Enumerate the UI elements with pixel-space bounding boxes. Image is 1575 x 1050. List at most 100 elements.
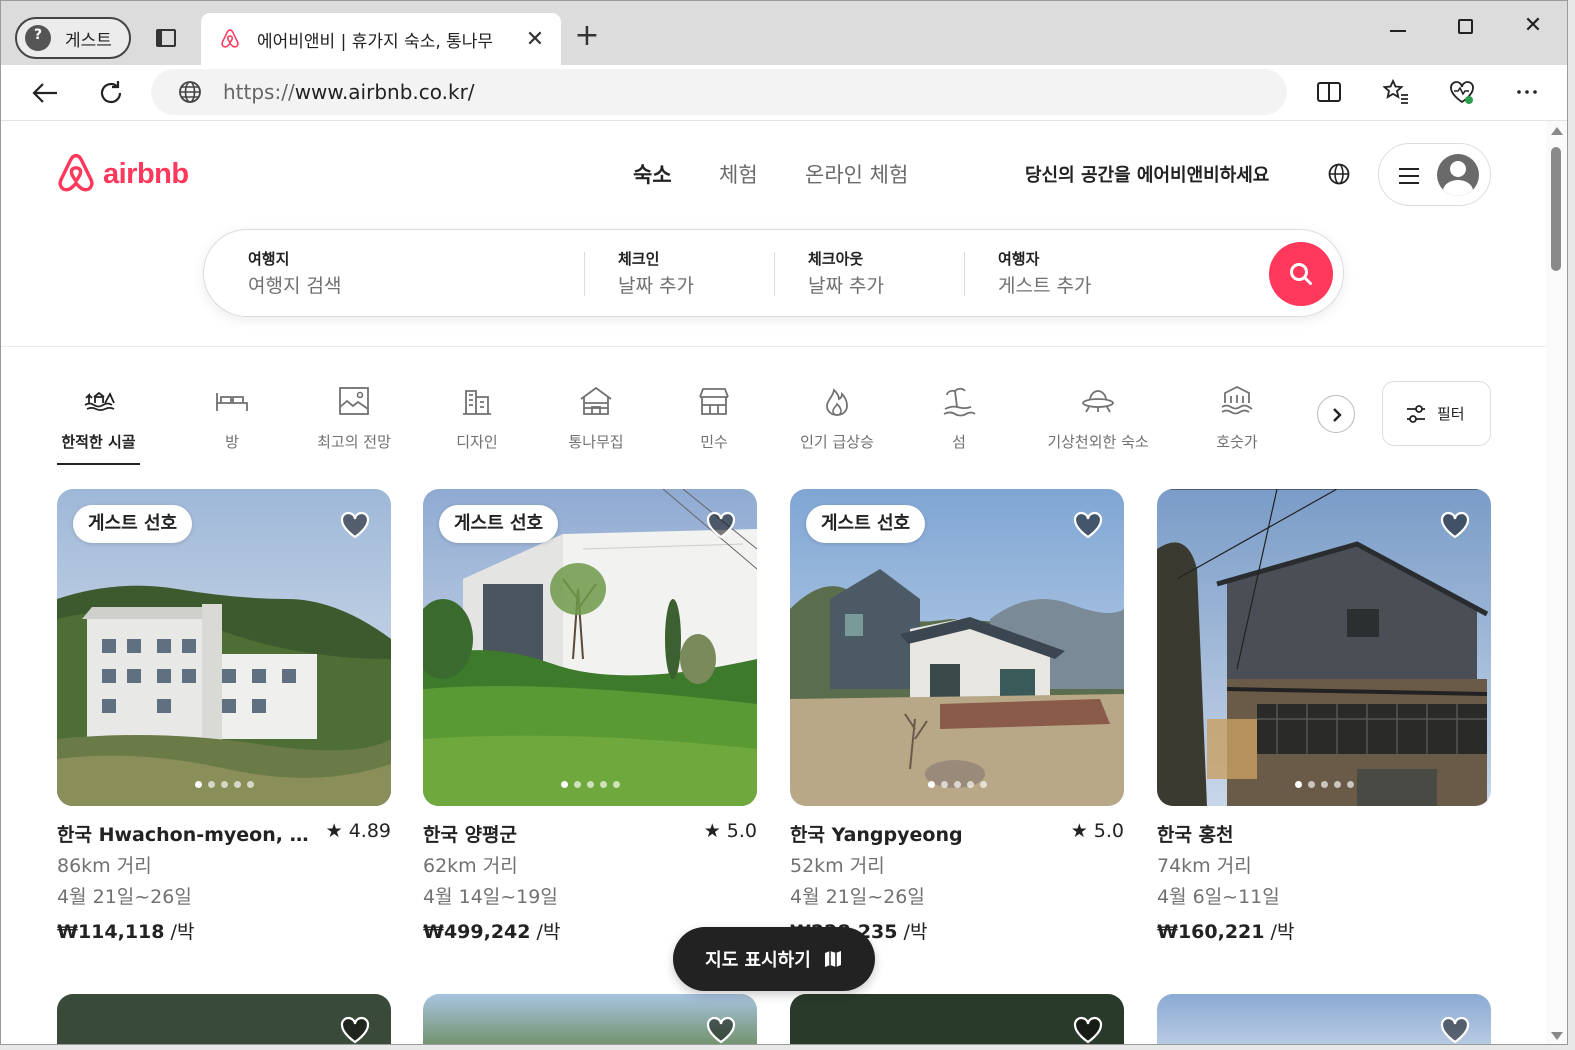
profile-button[interactable]: 게스트 [15, 17, 131, 59]
category-minsu[interactable]: 민수 [691, 383, 737, 452]
minsu-icon [699, 388, 729, 415]
listing-price: ₩160,221 /박 [1157, 921, 1295, 943]
scroll-up-arrow-icon[interactable] [1551, 127, 1563, 135]
wishlist-heart-icon[interactable] [339, 1014, 371, 1045]
listing-card-partial[interactable] [1157, 994, 1491, 1045]
category-islands[interactable]: 섬 [939, 383, 979, 452]
wishlist-heart-icon[interactable] [705, 509, 737, 541]
search-divider [584, 252, 585, 296]
listing-card[interactable]: 한국 홍천 74km 거리 4월 6일~11일 ₩160,221 /박 [1157, 489, 1491, 944]
listing-photo[interactable]: 게스트 선호 [790, 489, 1124, 806]
new-tab-button[interactable]: + [573, 21, 601, 51]
close-window-button[interactable]: ✕ [1513, 13, 1553, 41]
listing-card[interactable]: 게스트 선호 한국 Yangpyeong ★ 5.0 52km 거리 4월 21… [790, 489, 1124, 944]
listing-rating: ★ 5.0 [1070, 820, 1124, 842]
airbnb-logo[interactable]: airbnb [55, 151, 189, 197]
listing-photo[interactable]: 게스트 선호 [423, 489, 757, 806]
wishlist-heart-icon[interactable] [339, 509, 371, 541]
map-icon [824, 951, 841, 967]
lake-icon [1221, 385, 1253, 415]
show-map-label: 지도 표시하기 [705, 950, 811, 971]
category-label: 인기 급상승 [800, 433, 874, 451]
scroll-down-arrow-icon[interactable] [1551, 1032, 1563, 1040]
category-design[interactable]: 디자인 [447, 383, 507, 452]
back-arrow-icon[interactable] [27, 75, 63, 111]
guest-favorite-badge: 게스트 선호 [73, 505, 193, 543]
active-tab[interactable]: 에어비앤비 | 휴가지 숙소, 통나무 ✕ [201, 13, 561, 65]
category-trending[interactable]: 인기 급상승 [794, 383, 880, 452]
airbnb-logo-icon [58, 153, 94, 192]
reload-icon[interactable] [93, 75, 129, 111]
listing-title: 한국 양평군 [423, 824, 518, 846]
listing-price: ₩114,118 /박 [57, 921, 195, 943]
category-label: 최고의 전망 [317, 433, 391, 451]
become-host-link[interactable]: 당신의 공간을 에어비앤비하세요 [1025, 161, 1269, 187]
listing-title: 한국 Yangpyeong [790, 824, 963, 846]
listing-card-partial[interactable] [57, 994, 391, 1045]
nav-online-experiences[interactable]: 온라인 체험 [805, 159, 908, 189]
category-label: 통나무집 [568, 433, 624, 451]
category-countryside[interactable]: 한적한 시골 [57, 383, 140, 452]
split-screen-icon[interactable] [1314, 77, 1344, 107]
listing-card[interactable]: 게스트 선호 한국 양평군 ★ 5.0 62km 거리 4월 14일~19일 ₩… [423, 489, 757, 944]
category-next-button[interactable] [1317, 395, 1355, 433]
search-guests[interactable]: 여행자 게스트 추가 [998, 248, 1091, 298]
user-avatar-icon [1437, 154, 1479, 196]
island-icon [943, 387, 976, 417]
title-bar: 게스트 에어비앤비 | 휴가지 숙소, 통나무 ✕ + ✕ [1, 1, 1567, 65]
listing-photo[interactable] [1157, 489, 1491, 806]
category-rooms[interactable]: 방 [206, 383, 258, 452]
listing-card-partial[interactable] [423, 994, 757, 1045]
language-globe-icon[interactable] [1327, 162, 1351, 186]
logo-text: airbnb [103, 157, 189, 190]
site-header: airbnb 숙소 체험 온라인 체험 당신의 공간을 에어비앤비하세요 여행지… [1, 121, 1546, 347]
web-page: airbnb 숙소 체험 온라인 체험 당신의 공간을 에어비앤비하세요 여행지… [1, 121, 1546, 1045]
listing-title: 한국 홍천 [1157, 824, 1234, 846]
search-checkout[interactable]: 체크아웃 날짜 추가 [808, 248, 884, 298]
listing-card[interactable]: 게스트 선호 한국 Hwachon-myeon, Hongcheon ★ 4.8… [57, 489, 391, 944]
wishlist-heart-icon[interactable] [1439, 1014, 1471, 1045]
browser-essentials-icon[interactable] [1447, 77, 1477, 107]
category-label: 디자인 [456, 433, 498, 451]
scroll-thumb[interactable] [1551, 147, 1561, 271]
listing-distance: 86km 거리 [57, 855, 152, 877]
search-checkin[interactable]: 체크인 날짜 추가 [618, 248, 694, 298]
tab-title: 에어비앤비 | 휴가지 숙소, 통나무 [257, 31, 494, 52]
listing-photo[interactable]: 게스트 선호 [57, 489, 391, 806]
bed-icon [216, 393, 248, 411]
view-icon [339, 387, 369, 415]
search-destination[interactable]: 여행지 여행지 검색 [248, 248, 341, 298]
page-scrollbar[interactable] [1546, 121, 1567, 1044]
airbnb-favicon-icon [221, 29, 239, 48]
nav-stays[interactable]: 숙소 [633, 159, 672, 189]
filter-label: 필터 [1437, 405, 1465, 423]
listing-distance: 52km 거리 [790, 855, 885, 877]
nav-experiences[interactable]: 체험 [719, 159, 758, 189]
minimize-button[interactable] [1378, 13, 1418, 41]
address-bar[interactable]: https://www.airbnb.co.kr/ [151, 69, 1287, 115]
tab-actions-icon[interactable] [153, 25, 179, 51]
user-menu-button[interactable] [1378, 143, 1491, 206]
destination-label: 여행지 [248, 250, 290, 268]
show-map-button[interactable]: 지도 표시하기 [673, 927, 875, 991]
category-omg[interactable]: 기상천외한 숙소 [1039, 383, 1157, 452]
category-views[interactable]: 최고의 전망 [311, 383, 397, 452]
guest-favorite-badge: 게스트 선호 [439, 505, 559, 543]
search-button[interactable] [1269, 242, 1333, 306]
category-lake[interactable]: 호숫가 [1209, 383, 1265, 452]
wishlist-heart-icon[interactable] [1072, 1014, 1104, 1045]
wishlist-heart-icon[interactable] [705, 1014, 737, 1045]
listing-card-partial[interactable] [790, 994, 1124, 1045]
tab-close-icon[interactable]: ✕ [523, 27, 547, 52]
category-cabins[interactable]: 통나무집 [561, 383, 631, 452]
more-menu-icon[interactable] [1512, 77, 1542, 107]
search-icon [1290, 263, 1312, 285]
maximize-button[interactable] [1445, 13, 1485, 41]
filter-button[interactable]: 필터 [1382, 381, 1491, 446]
guests-label: 여행자 [998, 250, 1040, 268]
checkout-label: 체크아웃 [808, 250, 864, 268]
favorites-icon[interactable] [1381, 77, 1411, 107]
wishlist-heart-icon[interactable] [1439, 509, 1471, 541]
wishlist-heart-icon[interactable] [1072, 509, 1104, 541]
filter-sliders-icon [1407, 404, 1425, 423]
